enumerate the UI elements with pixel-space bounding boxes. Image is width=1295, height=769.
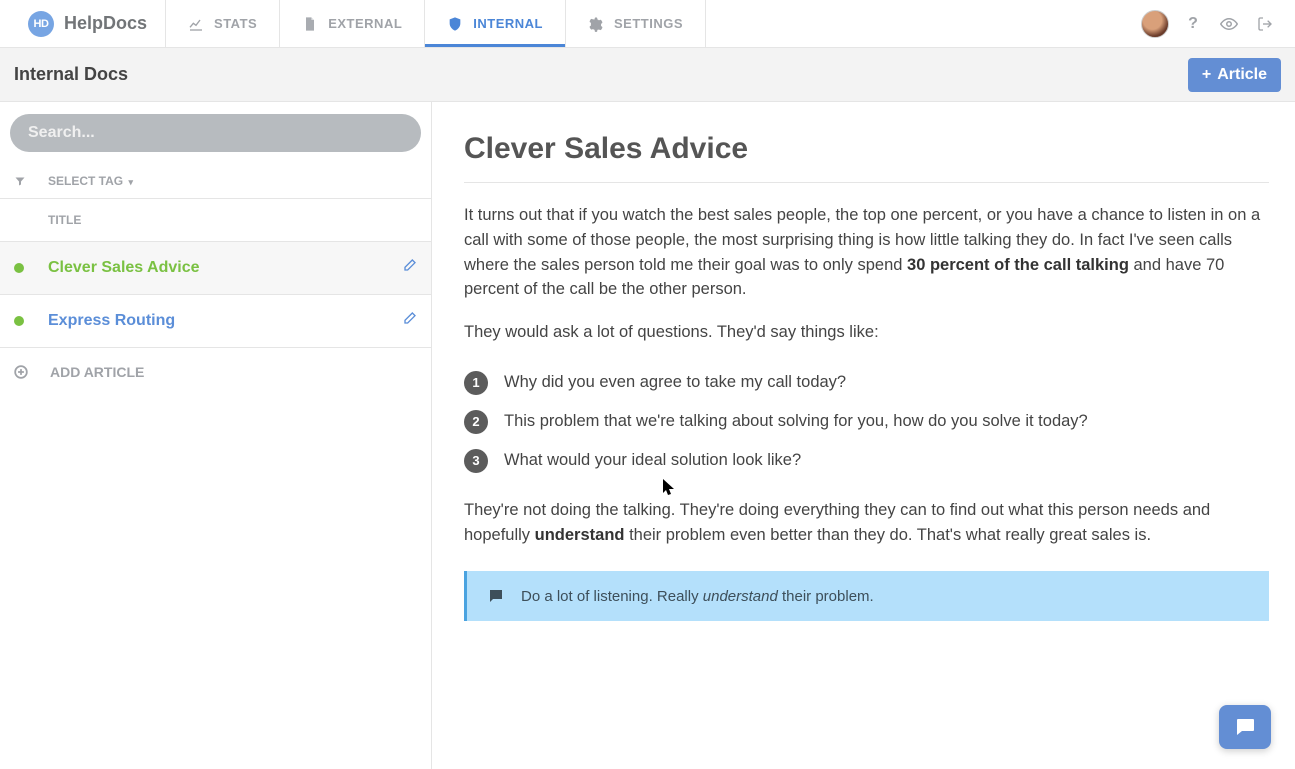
- avatar[interactable]: [1141, 10, 1169, 38]
- brand-logo-icon: HD: [28, 11, 54, 37]
- button-label: Article: [1217, 66, 1267, 84]
- column-header-title: TITLE: [0, 199, 431, 242]
- article-list-item[interactable]: Express Routing: [0, 295, 431, 348]
- add-article-label: ADD ARTICLE: [50, 364, 144, 380]
- chat-bubble-icon: [487, 587, 505, 605]
- edit-article-button[interactable]: [401, 311, 417, 331]
- tab-label: INTERNAL: [473, 16, 543, 31]
- nav-tabs: STATS EXTERNAL INTERNAL SETTINGS: [166, 0, 706, 47]
- plus-circle-icon: [14, 365, 28, 379]
- chat-icon: [1233, 715, 1257, 739]
- preview-button[interactable]: [1213, 8, 1245, 40]
- article-list-item[interactable]: Clever Sales Advice: [0, 242, 431, 295]
- brand-name: HelpDocs: [64, 13, 147, 34]
- paragraph: They're not doing the talking. They're d…: [464, 498, 1269, 548]
- bold-text: understand: [535, 526, 625, 544]
- chevron-down-icon: ▾: [128, 177, 133, 187]
- edit-icon: [401, 311, 417, 327]
- tab-external[interactable]: EXTERNAL: [280, 0, 425, 47]
- edit-article-button[interactable]: [401, 258, 417, 278]
- search-input[interactable]: [10, 114, 421, 152]
- help-icon: ?: [1188, 15, 1198, 33]
- brand[interactable]: HD HelpDocs: [0, 0, 166, 47]
- document-icon: [302, 16, 318, 32]
- document-title: Clever Sales Advice: [464, 132, 1269, 183]
- plus-icon: +: [1202, 66, 1211, 84]
- edit-icon: [401, 258, 417, 274]
- help-button[interactable]: ?: [1177, 8, 1209, 40]
- italic-text: understand: [703, 588, 778, 605]
- tab-internal[interactable]: INTERNAL: [425, 0, 566, 47]
- text: their problem even better than they do. …: [624, 526, 1151, 544]
- tag-filter-row[interactable]: SELECT TAG ▾: [0, 164, 431, 199]
- main-layout: SELECT TAG ▾ TITLE Clever Sales Advice E…: [0, 102, 1295, 769]
- document-body: It turns out that if you watch the best …: [464, 203, 1269, 621]
- article-item-title: Express Routing: [48, 312, 175, 330]
- tab-settings[interactable]: SETTINGS: [566, 0, 706, 47]
- top-nav: HD HelpDocs STATS EXTERNAL INTERNAL SETT…: [0, 0, 1295, 48]
- article-item-title: Clever Sales Advice: [48, 259, 200, 277]
- add-article-button[interactable]: + Article: [1188, 58, 1281, 92]
- callout-box: Do a lot of listening. Really understand…: [464, 571, 1269, 621]
- text: Do a lot of listening. Really: [521, 588, 703, 605]
- list-item: What would your ideal solution look like…: [464, 441, 1269, 480]
- chart-line-icon: [188, 16, 204, 32]
- logout-button[interactable]: [1249, 8, 1281, 40]
- bold-text: 30 percent of the call talking: [907, 256, 1129, 274]
- tab-label: STATS: [214, 16, 257, 31]
- tab-label: SETTINGS: [614, 16, 683, 31]
- status-dot-icon: [14, 316, 24, 326]
- add-article-row[interactable]: ADD ARTICLE: [0, 348, 431, 396]
- list-item: Why did you even agree to take my call t…: [464, 363, 1269, 402]
- filter-icon: [14, 175, 26, 187]
- text: their problem.: [778, 588, 874, 605]
- sidebar: SELECT TAG ▾ TITLE Clever Sales Advice E…: [0, 102, 432, 769]
- status-dot-icon: [14, 263, 24, 273]
- nav-right: ?: [1141, 0, 1295, 47]
- eye-icon: [1220, 15, 1238, 33]
- callout-text: Do a lot of listening. Really understand…: [521, 588, 874, 605]
- logout-icon: [1257, 16, 1273, 32]
- chat-fab[interactable]: [1219, 705, 1271, 749]
- paragraph: They would ask a lot of questions. They'…: [464, 320, 1269, 345]
- shield-icon: [447, 16, 463, 32]
- page-title: Internal Docs: [14, 64, 128, 85]
- search-wrap: [0, 102, 431, 164]
- document-content: Clever Sales Advice It turns out that if…: [432, 102, 1295, 769]
- gear-icon: [588, 16, 604, 32]
- paragraph: It turns out that if you watch the best …: [464, 203, 1269, 302]
- select-tag-label: SELECT TAG: [48, 174, 123, 188]
- tab-stats[interactable]: STATS: [166, 0, 280, 47]
- numbered-list: Why did you even agree to take my call t…: [464, 363, 1269, 480]
- subheader: Internal Docs + Article: [0, 48, 1295, 102]
- list-item: This problem that we're talking about so…: [464, 402, 1269, 441]
- tab-label: EXTERNAL: [328, 16, 402, 31]
